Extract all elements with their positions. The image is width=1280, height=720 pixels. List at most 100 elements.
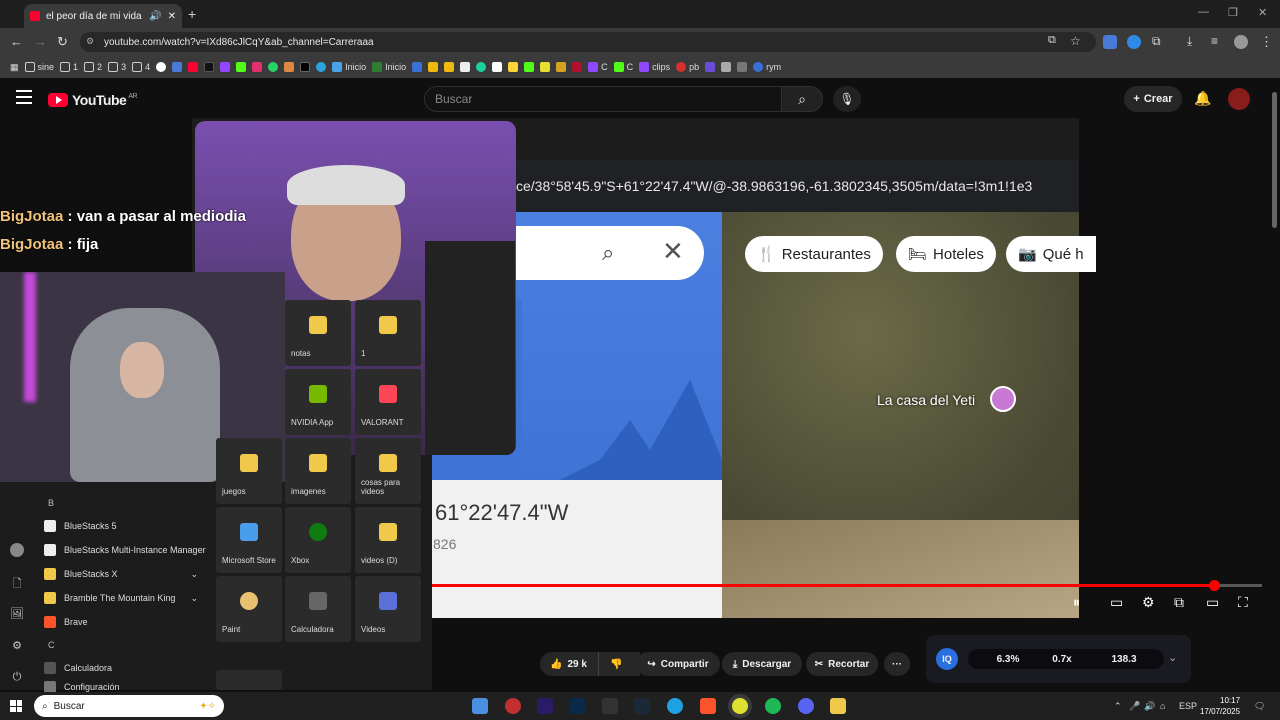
tile-partial[interactable] bbox=[216, 670, 282, 690]
tile-microsoft-store[interactable]: Microsoft Store bbox=[216, 507, 282, 573]
notifications-icon[interactable]: 🗨 bbox=[1254, 701, 1265, 712]
windows-start-icon[interactable] bbox=[10, 700, 22, 712]
edge-icon[interactable] bbox=[667, 698, 683, 714]
bookmark-rym[interactable]: rym bbox=[753, 62, 781, 72]
create-button[interactable]: + Crear bbox=[1124, 86, 1182, 112]
extension-icon[interactable] bbox=[1127, 35, 1141, 49]
bookmark-icon[interactable] bbox=[284, 62, 295, 72]
bookmark-telegram-icon[interactable] bbox=[316, 62, 327, 72]
extension-value-number[interactable]: 138.3 bbox=[1084, 649, 1164, 669]
share-button[interactable]: ↪ Compartir bbox=[636, 652, 720, 676]
bookmark-icon[interactable] bbox=[156, 62, 167, 72]
spotify-icon[interactable] bbox=[765, 698, 781, 714]
bookmark-icon[interactable] bbox=[412, 62, 423, 72]
new-tab-button[interactable]: + bbox=[188, 6, 196, 22]
forward-icon[interactable]: → bbox=[34, 34, 47, 49]
extensions-puzzle-icon[interactable]: ⧉ bbox=[1152, 34, 1161, 49]
tab-close-icon[interactable]: ✕ bbox=[168, 11, 176, 22]
voice-search-icon[interactable]: 🎙 bbox=[833, 86, 861, 112]
steam-icon[interactable] bbox=[634, 698, 650, 714]
bookmark-icon[interactable] bbox=[572, 62, 583, 72]
tile-1[interactable]: 1 bbox=[355, 300, 421, 366]
autoplay-toggle-icon[interactable]: ⏸ bbox=[1073, 594, 1080, 611]
back-icon[interactable]: ← bbox=[10, 34, 23, 49]
language-indicator[interactable]: ESP bbox=[1179, 701, 1197, 711]
bookmark-inicio-1[interactable]: Inicio bbox=[332, 62, 366, 72]
apps-grid-icon[interactable]: ▦ bbox=[10, 62, 19, 73]
bookmark-tiktok-icon[interactable] bbox=[204, 62, 215, 72]
bookmark-icon[interactable] bbox=[556, 62, 567, 72]
settings-gear-icon[interactable]: ⚙ bbox=[1142, 594, 1155, 611]
bookmark-icon[interactable] bbox=[508, 62, 519, 72]
tile-cosas-para-videos[interactable]: cosas para videos bbox=[355, 438, 421, 504]
network-icon[interactable]: ⌂ bbox=[1160, 701, 1165, 711]
bookmark-folder-2[interactable]: 2 bbox=[84, 62, 102, 72]
app-brave[interactable]: Brave bbox=[40, 610, 216, 634]
bookmark-icon[interactable] bbox=[172, 62, 183, 72]
tile-nvidia-app[interactable]: NVIDIA App bbox=[285, 369, 351, 435]
bookmark-icon[interactable] bbox=[444, 62, 455, 72]
browser-tab[interactable]: el peor día de mi vida 🔴 - 🔊 ✕ bbox=[24, 4, 182, 28]
tile-valorant[interactable]: VALORANT bbox=[355, 369, 421, 435]
bookmark-icon[interactable] bbox=[705, 62, 716, 72]
reading-list-icon[interactable]: ≡ bbox=[1211, 34, 1218, 48]
translate-extension-icon[interactable] bbox=[1103, 35, 1117, 49]
site-info-icon[interactable]: ⚙ bbox=[86, 36, 94, 47]
settings-gear-icon[interactable]: ⚙ bbox=[10, 639, 24, 653]
bookmark-kick-icon[interactable] bbox=[236, 62, 247, 72]
profile-icon[interactable] bbox=[1234, 35, 1248, 49]
tile-videos[interactable]: Videos bbox=[355, 576, 421, 642]
tile-videos-d[interactable]: videos (D) bbox=[355, 507, 421, 573]
bookmark-icon[interactable] bbox=[460, 62, 471, 72]
bookmark-inicio-2[interactable]: Inicio bbox=[372, 62, 406, 72]
miniplayer-icon[interactable]: ⧉ bbox=[1174, 594, 1184, 611]
bookmark-icon[interactable] bbox=[524, 62, 535, 72]
minimize-icon[interactable]: — bbox=[1198, 6, 1209, 18]
maximize-icon[interactable]: ❐ bbox=[1228, 6, 1238, 19]
app-list-letter[interactable]: B bbox=[40, 492, 216, 514]
dislike-button[interactable]: 👎 bbox=[598, 652, 634, 676]
app-bramble[interactable]: Bramble The Mountain King ⌄ bbox=[40, 586, 216, 610]
account-avatar[interactable] bbox=[1228, 88, 1250, 110]
youtube-search-input[interactable]: Buscar bbox=[424, 86, 782, 112]
notifications-bell-icon[interactable]: 🔔 bbox=[1194, 90, 1211, 107]
bookmark-icon[interactable] bbox=[540, 62, 551, 72]
bookmark-c-2[interactable]: C bbox=[613, 62, 633, 72]
premiere-icon[interactable] bbox=[537, 698, 553, 714]
subtitles-icon[interactable]: ▭ bbox=[1110, 594, 1123, 611]
download-button[interactable]: ⤓ Descargar bbox=[722, 652, 802, 676]
taskbar-search-input[interactable]: ⌕ Buscar ✦✧ bbox=[34, 695, 224, 717]
theater-mode-icon[interactable]: ▭ bbox=[1206, 594, 1219, 611]
bookmark-icon[interactable] bbox=[737, 62, 748, 72]
bookmark-icon[interactable] bbox=[492, 62, 503, 72]
app-bluestacks-multi[interactable]: BlueStacks Multi-Instance Manager bbox=[40, 538, 216, 562]
bookmark-icon[interactable] bbox=[476, 62, 487, 72]
taskbar-clock[interactable]: 10:17 17/07/2025 bbox=[1200, 695, 1240, 717]
video-scrubber-handle[interactable] bbox=[1208, 580, 1220, 591]
install-icon[interactable]: ⧉ bbox=[1048, 34, 1056, 47]
microphone-icon[interactable]: 🎤 bbox=[1129, 701, 1140, 712]
reload-icon[interactable]: ↻ bbox=[57, 34, 68, 50]
brave-icon[interactable] bbox=[700, 698, 716, 714]
bookmark-icon[interactable] bbox=[721, 62, 732, 72]
bookmark-twitch-icon[interactable] bbox=[220, 62, 231, 72]
discord-icon[interactable] bbox=[798, 698, 814, 714]
search-button[interactable]: ⌕ bbox=[781, 86, 823, 112]
bookmark-x-icon[interactable] bbox=[300, 62, 311, 72]
app-bluestacks-5[interactable]: BlueStacks 5 bbox=[40, 514, 216, 538]
bookmark-c-1[interactable]: C bbox=[588, 62, 608, 72]
fullscreen-icon[interactable]: ⛶ bbox=[1238, 594, 1248, 611]
chevron-down-icon[interactable]: ⌄ bbox=[1168, 651, 1177, 664]
url-field[interactable]: youtube.com/watch?v=IXd86cJlCqY&ab_chann… bbox=[80, 32, 1096, 52]
tile-imagenes[interactable]: imagenes bbox=[285, 438, 351, 504]
tile-xbox[interactable]: Xbox bbox=[285, 507, 351, 573]
epic-games-icon[interactable] bbox=[602, 698, 618, 714]
bookmark-pb[interactable]: pb bbox=[676, 62, 699, 72]
bookmark-folder-1[interactable]: 1 bbox=[60, 62, 78, 72]
browser-menu-icon[interactable]: ⋮ bbox=[1260, 34, 1273, 50]
bookmark-clips[interactable]: clips bbox=[639, 62, 670, 72]
taskbar-app-icon[interactable] bbox=[505, 698, 521, 714]
more-actions-button[interactable]: ··· bbox=[884, 652, 910, 676]
bookmark-folder-4[interactable]: 4 bbox=[132, 62, 150, 72]
bookmark-instagram-icon[interactable] bbox=[252, 62, 263, 72]
